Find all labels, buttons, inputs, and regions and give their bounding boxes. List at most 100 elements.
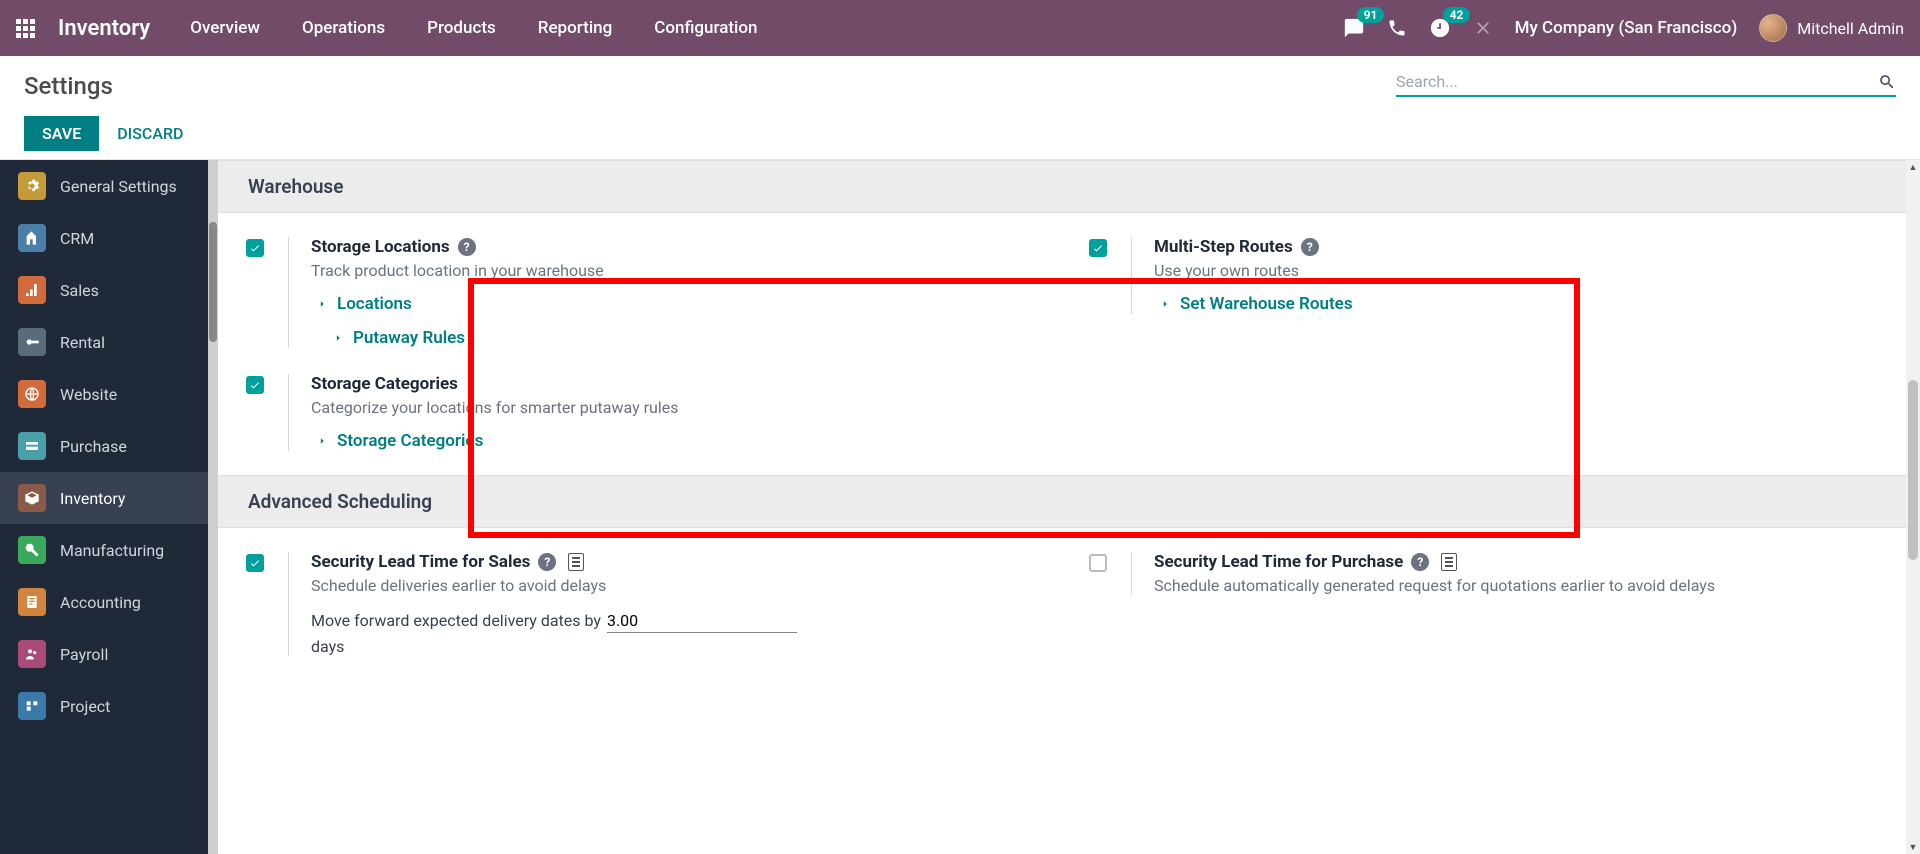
nav-products[interactable]: Products	[427, 18, 496, 38]
section-scheduling-header: Advanced Scheduling	[218, 475, 1920, 528]
sidebar-item-label: Website	[60, 385, 117, 404]
company-selector[interactable]: My Company (San Francisco)	[1515, 18, 1738, 38]
setting-title: Storage Categories	[311, 374, 458, 394]
settings-sidebar: General Settings CRM Sales Rental Websit…	[0, 160, 218, 854]
check-icon	[249, 379, 261, 391]
scroll-down-icon[interactable]: ▼	[1906, 840, 1920, 854]
sidebar-item-label: CRM	[60, 229, 94, 248]
help-icon[interactable]: ?	[1301, 238, 1319, 256]
content-scrollbar[interactable]: ▲ ▼	[1906, 160, 1920, 854]
debug-button[interactable]	[1473, 18, 1493, 38]
inline-label: Move forward expected delivery dates by	[311, 611, 601, 630]
setting-title: Storage Locations	[311, 237, 450, 257]
help-icon[interactable]: ?	[1411, 553, 1429, 571]
sidebar-item-rental[interactable]: Rental	[0, 316, 218, 368]
setting-purchase-lead-time: Security Lead Time for Purchase? Schedul…	[1089, 552, 1892, 595]
sidebar-item-label: Project	[60, 697, 110, 716]
sidebar-scrollbar[interactable]	[208, 160, 218, 854]
sidebar-item-inventory[interactable]: Inventory	[0, 472, 218, 524]
phone-button[interactable]	[1387, 18, 1407, 38]
save-button[interactable]: SAVE	[24, 116, 99, 151]
help-icon[interactable]: ?	[538, 553, 556, 571]
link-storage-categories[interactable]: Storage Categories	[311, 431, 1049, 451]
link-putaway-rules[interactable]: Putaway Rules	[311, 328, 1049, 348]
setting-desc: Use your own routes	[1154, 261, 1892, 280]
setting-multistep-routes: Multi-Step Routes? Use your own routes S…	[1089, 237, 1892, 314]
sidebar-item-website[interactable]: Website	[0, 368, 218, 420]
nav-reporting[interactable]: Reporting	[538, 18, 613, 38]
sidebar-item-label: General Settings	[60, 177, 177, 196]
activities-button[interactable]: 42	[1429, 17, 1451, 39]
nav-configuration[interactable]: Configuration	[654, 18, 757, 38]
sales-lead-days-input[interactable]	[607, 609, 797, 633]
search-wrap	[1396, 72, 1896, 97]
breadcrumb: Settings	[24, 72, 113, 100]
setting-title: Security Lead Time for Purchase	[1154, 552, 1403, 572]
sidebar-item-label: Sales	[60, 281, 99, 300]
messages-button[interactable]: 91	[1343, 17, 1365, 39]
arrow-right-icon	[315, 434, 329, 448]
phone-icon	[1387, 18, 1407, 38]
sidebar-item-purchase[interactable]: Purchase	[0, 420, 218, 472]
nav-links: Overview Operations Products Reporting C…	[190, 18, 757, 38]
avatar	[1759, 14, 1787, 42]
nav-operations[interactable]: Operations	[302, 18, 385, 38]
sidebar-item-sales[interactable]: Sales	[0, 264, 218, 316]
search-input[interactable]	[1396, 72, 1878, 91]
invoice-icon	[18, 588, 46, 616]
checkbox-purchase-lead-time[interactable]	[1089, 554, 1107, 572]
topnav-right: 91 42 My Company (San Francisco) Mitchel…	[1343, 14, 1904, 42]
arrow-right-icon	[315, 297, 329, 311]
setting-storage-locations: Storage Locations? Track product locatio…	[246, 237, 1049, 348]
sidebar-item-label: Accounting	[60, 593, 141, 612]
sidebar-item-label: Payroll	[60, 645, 108, 664]
settings-content: Warehouse Storage Locations? Track produ…	[218, 160, 1920, 854]
box-icon	[18, 484, 46, 512]
nav-overview[interactable]: Overview	[190, 18, 260, 38]
sidebar-item-label: Purchase	[60, 437, 127, 456]
key-icon	[18, 328, 46, 356]
control-bar: Settings SAVE DISCARD	[0, 56, 1920, 160]
sidebar-item-label: Rental	[60, 333, 105, 352]
sidebar-item-label: Manufacturing	[60, 541, 164, 560]
search-icon[interactable]	[1878, 73, 1896, 91]
people-icon	[18, 640, 46, 668]
sidebar-item-payroll[interactable]: Payroll	[0, 628, 218, 680]
wrench-icon	[18, 536, 46, 564]
checkbox-storage-categories[interactable]	[246, 376, 264, 394]
chart-icon	[18, 276, 46, 304]
tasks-icon	[18, 692, 46, 720]
setting-desc: Categorize your locations for smarter pu…	[311, 398, 1049, 417]
apps-menu-icon[interactable]	[16, 16, 40, 40]
arrow-right-icon	[331, 331, 345, 345]
app-brand[interactable]: Inventory	[58, 16, 150, 41]
sidebar-item-manufacturing[interactable]: Manufacturing	[0, 524, 218, 576]
checkbox-storage-locations[interactable]	[246, 239, 264, 257]
check-icon	[1092, 242, 1104, 254]
help-icon[interactable]: ?	[458, 238, 476, 256]
doc-icon[interactable]	[568, 553, 584, 571]
discard-button[interactable]: DISCARD	[117, 124, 183, 143]
setting-storage-categories: Storage Categories Categorize your locat…	[246, 374, 1049, 451]
card-icon	[18, 432, 46, 460]
sidebar-item-general[interactable]: General Settings	[0, 160, 218, 212]
checkbox-multistep-routes[interactable]	[1089, 239, 1107, 257]
sidebar-item-project[interactable]: Project	[0, 680, 218, 732]
scroll-up-icon[interactable]: ▲	[1906, 160, 1920, 174]
link-locations[interactable]: Locations	[311, 294, 1049, 314]
sidebar-item-label: Inventory	[60, 489, 126, 508]
sidebar-item-crm[interactable]: CRM	[0, 212, 218, 264]
inline-suffix: days	[311, 637, 344, 656]
setting-title: Multi-Step Routes	[1154, 237, 1293, 257]
globe-icon	[18, 380, 46, 408]
link-set-warehouse-routes[interactable]: Set Warehouse Routes	[1154, 294, 1892, 314]
doc-icon[interactable]	[1441, 553, 1457, 571]
check-icon	[249, 242, 261, 254]
messages-badge: 91	[1357, 7, 1385, 23]
setting-sales-lead-time: Security Lead Time for Sales? Schedule d…	[246, 552, 1049, 656]
checkbox-sales-lead-time[interactable]	[246, 554, 264, 572]
arrow-right-icon	[1158, 297, 1172, 311]
close-icon	[1473, 18, 1493, 38]
user-menu[interactable]: Mitchell Admin	[1759, 14, 1904, 42]
sidebar-item-accounting[interactable]: Accounting	[0, 576, 218, 628]
